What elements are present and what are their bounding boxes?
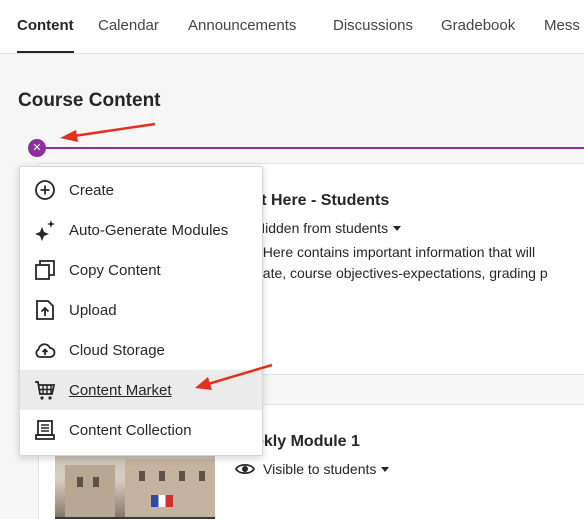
chevron-down-icon <box>393 225 402 231</box>
plus-circle-icon <box>33 178 57 202</box>
visibility-dropdown[interactable]: Visible to students <box>235 461 390 477</box>
content-item-title[interactable]: rt Here - Students <box>255 192 389 210</box>
module-thumbnail-image <box>55 455 215 519</box>
add-content-menu: Create Auto-Generate Modules Copy Conten… <box>19 166 263 456</box>
tab-calendar[interactable]: Calendar <box>98 0 159 53</box>
add-content-divider[interactable] <box>44 147 584 149</box>
eye-icon <box>235 462 255 476</box>
page-title: Course Content <box>18 90 161 111</box>
menu-item-content-market[interactable]: Content Market <box>20 370 262 410</box>
tab-gradebook[interactable]: Gradebook <box>441 0 515 53</box>
cloud-upload-icon <box>33 338 57 362</box>
menu-item-create[interactable]: Create <box>20 170 262 210</box>
menu-item-label: Create <box>69 181 115 199</box>
menu-item-copy-content[interactable]: Copy Content <box>20 250 262 290</box>
menu-item-label: Content Market <box>69 381 172 399</box>
tab-messages[interactable]: Mess <box>544 0 580 53</box>
visibility-label: Hidden from students <box>255 220 389 236</box>
description-line: gate, course objectives-expectations, gr… <box>255 265 548 281</box>
menu-item-label: Auto-Generate Modules <box>69 221 229 239</box>
tab-announcements[interactable]: Announcements <box>188 0 296 53</box>
menu-item-content-collection[interactable]: Content Collection <box>20 410 262 450</box>
menu-item-label: Upload <box>69 301 117 319</box>
sparkle-icon <box>33 218 57 242</box>
menu-item-label: Cloud Storage <box>69 341 165 359</box>
description-line: : Here contains important information th… <box>255 244 536 260</box>
menu-item-upload[interactable]: Upload <box>20 290 262 330</box>
menu-item-label: Copy Content <box>69 261 161 279</box>
menu-item-label: Content Collection <box>69 421 192 439</box>
close-icon[interactable]: ✕ <box>28 139 46 157</box>
upload-icon <box>33 298 57 322</box>
chevron-down-icon <box>381 466 390 472</box>
collection-icon <box>33 418 57 442</box>
tab-content[interactable]: Content <box>17 0 74 53</box>
visibility-label: Visible to students <box>263 461 377 477</box>
visibility-dropdown[interactable]: Hidden from students <box>255 220 402 236</box>
content-item-title[interactable]: ekly Module 1 <box>255 433 360 451</box>
content-item-description: : Here contains important information th… <box>255 242 548 284</box>
course-tab-bar: Content Calendar Announcements Discussio… <box>0 0 584 54</box>
menu-item-auto-generate-modules[interactable]: Auto-Generate Modules <box>20 210 262 250</box>
copy-icon <box>33 258 57 282</box>
tab-discussions[interactable]: Discussions <box>333 0 413 53</box>
cart-icon <box>33 378 57 402</box>
arrow-to-add-button <box>60 122 156 142</box>
menu-item-cloud-storage[interactable]: Cloud Storage <box>20 330 262 370</box>
